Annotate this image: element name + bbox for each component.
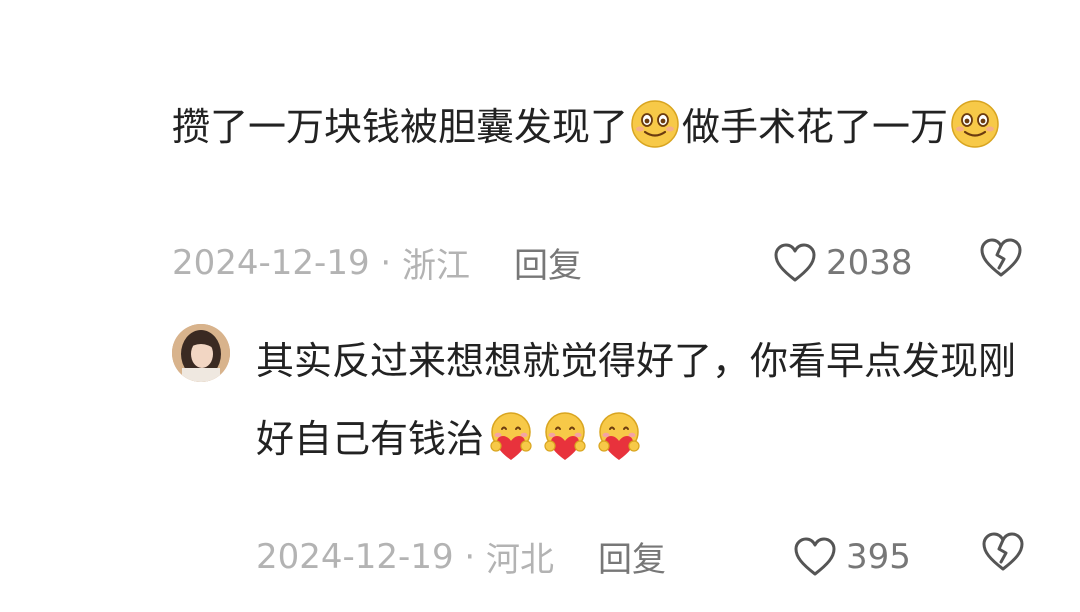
broken-heart-icon <box>982 532 1024 571</box>
meta-separator: · <box>453 536 487 577</box>
like-button[interactable]: 395 <box>792 536 911 578</box>
heart-hug-emoji-icon <box>490 412 532 460</box>
avatar[interactable] <box>172 324 230 382</box>
like-count: 2038 <box>826 242 913 283</box>
comment-item: 攒了一万块钱被胆囊发现了 做手术花了一万 2024-12-19 · 浙江 回复 2… <box>172 88 1032 286</box>
dislike-button[interactable] <box>978 237 1024 288</box>
smile-emoji-icon <box>631 100 679 148</box>
reply-comment-item: 其实反过来想想就觉得好了，你看早点发现刚好自己有钱治 2024-12-19 · … <box>172 322 1032 580</box>
comment-date: 2024-12-19 <box>256 536 454 577</box>
like-button[interactable]: 2038 <box>772 242 913 284</box>
comment-meta: 2024-12-19 · 河北 回复 395 <box>256 532 1032 581</box>
heart-hug-emoji-icon <box>544 412 586 460</box>
reply-button[interactable]: 回复 <box>514 238 582 287</box>
smile-emoji-icon <box>951 100 999 148</box>
comment-location: 河北 <box>486 540 555 580</box>
dislike-button[interactable] <box>980 531 1026 582</box>
comment-text-part: 攒了一万块钱被胆囊发现了 <box>172 105 629 149</box>
avatar-image <box>172 324 230 382</box>
comment-text: 攒了一万块钱被胆囊发现了 做手术花了一万 <box>172 88 1012 166</box>
comment-text-part: 做手术花了一万 <box>682 105 949 149</box>
comment-location: 浙江 <box>402 246 471 286</box>
like-count: 395 <box>846 536 911 577</box>
comment-meta: 2024-12-19 · 浙江 回复 2038 <box>172 238 1032 287</box>
comment-text: 其实反过来想想就觉得好了，你看早点发现刚好自己有钱治 <box>256 322 1046 478</box>
comment-date: 2024-12-19 <box>172 242 370 283</box>
broken-heart-icon <box>980 238 1022 277</box>
meta-separator: · <box>369 242 403 283</box>
heart-hug-emoji-icon <box>598 412 640 460</box>
reply-button[interactable]: 回复 <box>598 532 666 581</box>
heart-outline-icon <box>794 537 836 575</box>
heart-outline-icon <box>774 243 816 281</box>
